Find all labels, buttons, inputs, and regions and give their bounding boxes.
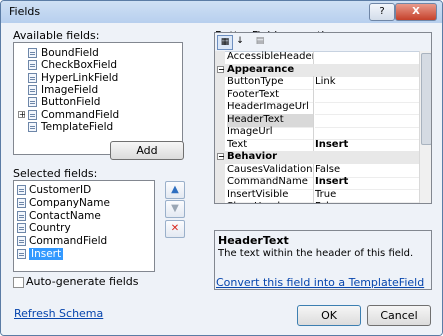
- scrollbar-thumb[interactable]: [421, 53, 431, 145]
- available-fields-label: Available fields:: [13, 29, 100, 42]
- selected-fields-label: Selected fields:: [13, 167, 98, 180]
- property-grid-scrollbar[interactable]: [419, 51, 431, 203]
- category-label: Behavior: [227, 151, 278, 162]
- list-item-label: Country: [29, 222, 71, 235]
- list-item-label: CommandField: [29, 235, 108, 248]
- collapse-icon[interactable]: −: [217, 65, 225, 73]
- field-icon: [17, 249, 26, 259]
- field-icon: [28, 121, 37, 132]
- cancel-button[interactable]: Cancel: [367, 305, 431, 326]
- property-row[interactable]: CausesValidation False: [215, 163, 419, 178]
- selected-fields-list[interactable]: CustomerID CompanyName ContactName Country C…: [13, 180, 155, 272]
- list-item-label: ButtonField: [41, 96, 101, 109]
- autogen-label: Auto-generate fields: [26, 275, 139, 288]
- alphabetical-sort-icon[interactable]: ↓: [233, 35, 247, 48]
- property-value[interactable]: False: [315, 201, 419, 203]
- close-button[interactable]: X: [395, 3, 437, 21]
- property-row[interactable]: FooterText: [215, 88, 419, 103]
- fields-dialog: Fields ? X Available fields: BoundField C…: [0, 0, 443, 336]
- field-icon: [17, 197, 26, 208]
- property-gutter: [215, 113, 225, 127]
- field-icon: [17, 236, 26, 247]
- field-icon: [28, 84, 37, 95]
- expand-icon[interactable]: +: [18, 110, 26, 118]
- field-icon: [28, 97, 37, 108]
- autogen-checkbox[interactable]: [13, 277, 24, 288]
- move-up-button[interactable]: ▲: [165, 181, 185, 199]
- property-grid: ▦ ↓ ▤ AccessibleHeaderText−AppearanceBut…: [214, 32, 432, 204]
- property-category[interactable]: − Appearance: [215, 63, 419, 77]
- property-name: ShowHeader: [227, 201, 314, 203]
- arrow-up-icon: ▲: [171, 184, 179, 195]
- property-gutter: [215, 101, 225, 114]
- list-item-label: HyperLinkField: [41, 71, 119, 84]
- help-button[interactable]: ?: [369, 3, 395, 21]
- dialog-body: Available fields: BoundField CheckBoxFiel…: [1, 23, 442, 335]
- ok-button[interactable]: OK: [297, 305, 361, 326]
- property-pages-icon[interactable]: ▤: [253, 35, 267, 48]
- add-button[interactable]: Add: [110, 141, 184, 160]
- field-icon: [17, 223, 26, 234]
- field-icon: [17, 185, 26, 195]
- property-gutter: [215, 76, 225, 89]
- property-row[interactable]: CommandName Insert: [215, 176, 419, 190]
- property-row[interactable]: HeaderImageUrl: [215, 101, 419, 115]
- field-icon: [17, 210, 26, 221]
- available-fields-tree[interactable]: BoundField CheckBoxField HyperLinkField Ima…: [13, 42, 183, 155]
- arrow-down-icon: ▼: [171, 203, 179, 214]
- move-down-button[interactable]: ▼: [165, 200, 185, 218]
- property-gutter: [215, 188, 225, 202]
- property-gutter: [215, 201, 225, 203]
- property-row[interactable]: ShowHeaderFalse: [215, 201, 419, 203]
- list-item-label: ContactName: [29, 209, 101, 222]
- property-row[interactable]: InsertVisible True: [215, 188, 419, 203]
- property-gutter: [215, 163, 225, 177]
- property-category[interactable]: − Behavior: [215, 151, 419, 164]
- convert-to-templatefield-link[interactable]: Convert this field into a TemplateField: [216, 276, 424, 289]
- property-row[interactable]: Text Insert: [215, 138, 419, 153]
- field-icon: [28, 109, 37, 120]
- refresh-schema-link[interactable]: Refresh Schema: [14, 307, 103, 320]
- window-title: Fields: [9, 5, 41, 18]
- property-gutter: [215, 88, 225, 102]
- collapse-icon[interactable]: −: [217, 153, 225, 161]
- delete-button[interactable]: ✕: [165, 220, 185, 238]
- title-bar: Fields ? X: [1, 1, 442, 23]
- field-icon: [28, 72, 37, 83]
- list-item-label: Insert: [29, 248, 64, 260]
- category-label: Appearance: [227, 63, 295, 75]
- property-row[interactable]: ImageUrl: [215, 126, 419, 140]
- list-item-label: CheckBoxField: [41, 59, 118, 72]
- property-row[interactable]: ButtonType Link: [215, 76, 419, 90]
- list-item-label: CompanyName: [29, 196, 110, 209]
- description-title: HeaderText: [218, 234, 289, 247]
- property-gutter: [215, 138, 225, 152]
- property-gutter: [215, 51, 225, 64]
- field-icon: [28, 60, 37, 71]
- list-item-label: CommandField: [41, 108, 120, 121]
- list-item-label: TemplateField: [41, 120, 114, 133]
- list-item-label: BoundField: [41, 47, 99, 59]
- list-item-label: CustomerID: [29, 184, 92, 196]
- list-item-label: ImageField: [41, 83, 99, 96]
- property-grid-toolbar: ▦ ↓ ▤: [215, 33, 431, 52]
- description-text: The text within the header of this field…: [218, 248, 414, 259]
- property-gutter: [215, 176, 225, 189]
- delete-x-icon: ✕: [170, 223, 180, 234]
- property-gutter: [215, 126, 225, 139]
- property-row[interactable]: HeaderText: [215, 113, 419, 128]
- field-icon: [28, 48, 37, 58]
- categorized-view-icon[interactable]: ▦: [217, 35, 233, 50]
- property-row[interactable]: AccessibleHeaderText: [215, 51, 419, 65]
